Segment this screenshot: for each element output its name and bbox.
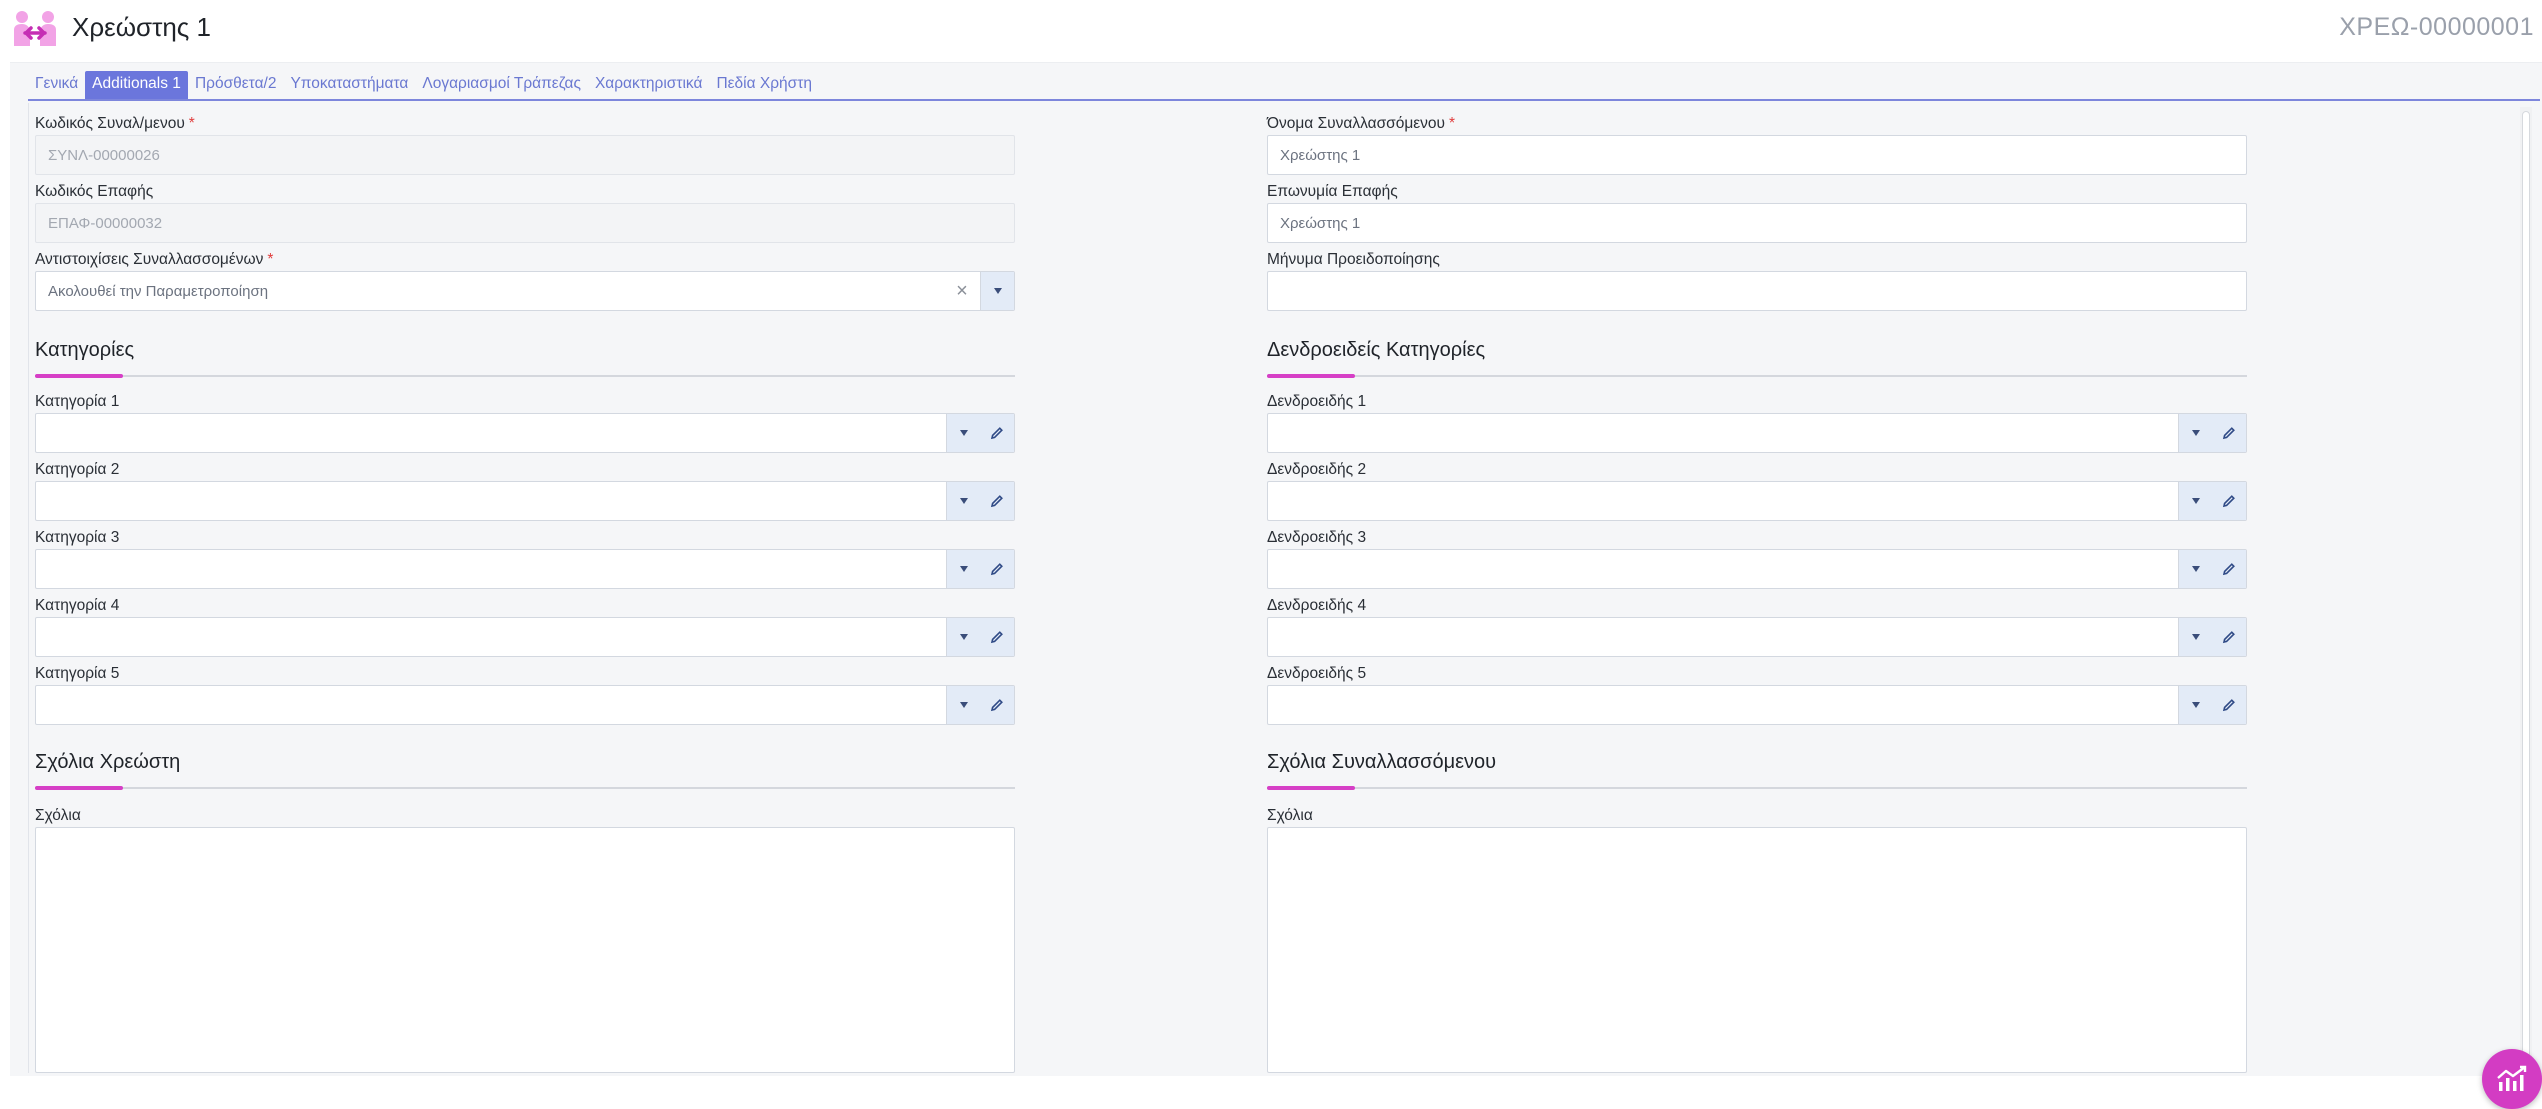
section-divider (35, 375, 1015, 377)
record-code: ΧΡΕΩ-00000001 (2339, 13, 2534, 41)
contact-name-field[interactable]: Χρεώστης 1 (1267, 203, 2247, 243)
pencil-icon[interactable] (2212, 686, 2246, 724)
page-title: Χρεώστης 1 (72, 12, 212, 42)
transactor-comments-section-title: Σχόλια Συναλλασσόμενου (1267, 751, 1497, 773)
pencil-icon[interactable] (980, 686, 1014, 724)
tab-characteristics[interactable]: Χαρακτηριστικά (588, 71, 710, 99)
chevron-down-icon[interactable] (946, 686, 980, 724)
scrollbar-thumb[interactable] (2522, 111, 2530, 1063)
tree-1-select[interactable] (1267, 413, 2247, 453)
section-divider (1267, 375, 2247, 377)
categories-section-title: Κατηγορίες (35, 339, 135, 361)
tree-4-label: Δενδροειδής 4 (1267, 597, 1367, 614)
contact-code-label: Κωδικός Επαφής (35, 183, 154, 200)
close-icon[interactable]: × (951, 280, 973, 302)
warning-message-label: Μήνυμα Προειδοποίησης (1267, 251, 1440, 268)
chevron-down-icon[interactable] (2178, 550, 2212, 588)
debtor-comments-section-title: Σχόλια Χρεώστη (35, 751, 181, 773)
tree-3-select[interactable] (1267, 549, 2247, 589)
chevron-down-icon[interactable] (2178, 618, 2212, 656)
mappings-select[interactable]: Ακολουθεί την Παραμετροποίηση × (35, 271, 1015, 311)
category-4-label: Κατηγορία 4 (35, 597, 120, 614)
tab-additionals-2[interactable]: Πρόσθετα/2 (188, 71, 284, 99)
section-accent (35, 374, 123, 378)
tabs-divider (28, 99, 2540, 101)
tree-4-select[interactable] (1267, 617, 2247, 657)
contact-name-label: Επωνυμία Επαφής (1267, 183, 1398, 200)
tree-2-label: Δενδροειδής 2 (1267, 461, 1367, 478)
transactor-comments-textarea[interactable] (1267, 827, 2247, 1073)
form-panel: Κωδικός Συναλ/μενου * ΣΥΝΛ-00000026 Κωδικ… (28, 103, 2532, 1073)
pencil-icon[interactable] (980, 414, 1014, 452)
chevron-down-icon[interactable] (2178, 686, 2212, 724)
chevron-down-icon[interactable] (980, 272, 1014, 310)
page-header: Χρεώστης 1 ΧΡΕΩ-00000001 (0, 0, 2542, 62)
transactor-name-field[interactable]: Χρεώστης 1 (1267, 135, 2247, 175)
chevron-down-icon[interactable] (946, 618, 980, 656)
transactor-code-field: ΣΥΝΛ-00000026 (35, 135, 1015, 175)
section-divider (1267, 787, 2247, 789)
section-divider (35, 787, 1015, 789)
chevron-down-icon[interactable] (946, 550, 980, 588)
mappings-value: Ακολουθεί την Παραμετροποίηση (48, 283, 269, 300)
contact-code-field: ΕΠΑΦ-00000032 (35, 203, 1015, 243)
tree-categories-section-title: Δενδροειδείς Κατηγορίες (1267, 339, 1486, 361)
category-4-select[interactable] (35, 617, 1015, 657)
warning-message-field[interactable] (1267, 271, 2247, 311)
category-5-select[interactable] (35, 685, 1015, 725)
analytics-chart-icon[interactable] (2482, 1049, 2542, 1109)
section-accent (1267, 786, 1355, 790)
tab-general[interactable]: Γενικά (28, 71, 85, 99)
category-3-select[interactable] (35, 549, 1015, 589)
pencil-icon[interactable] (980, 618, 1014, 656)
section-accent (1267, 374, 1355, 378)
tree-5-label: Δενδροειδής 5 (1267, 665, 1367, 682)
category-2-select[interactable] (35, 481, 1015, 521)
pencil-icon[interactable] (2212, 414, 2246, 452)
chevron-down-icon[interactable] (2178, 482, 2212, 520)
mappings-label: Αντιστοιχίσεις Συναλλασσομένων * (35, 251, 274, 268)
tab-user-fields[interactable]: Πεδία Χρήστη (709, 71, 819, 99)
transactor-code-label: Κωδικός Συναλ/μενου * (35, 115, 195, 132)
handshake-logo-icon (12, 8, 58, 50)
pencil-icon[interactable] (2212, 482, 2246, 520)
tab-branches[interactable]: Υποκαταστήματα (283, 71, 415, 99)
main-content: Γενικά Additionals 1 Πρόσθετα/2 Υποκατασ… (10, 62, 2542, 1109)
pencil-icon[interactable] (2212, 618, 2246, 656)
category-2-label: Κατηγορία 2 (35, 461, 120, 478)
tab-bar: Γενικά Additionals 1 Πρόσθετα/2 Υποκατασ… (28, 71, 819, 99)
category-1-select[interactable] (35, 413, 1015, 453)
chevron-down-icon[interactable] (2178, 414, 2212, 452)
transactor-comments-label: Σχόλια (1267, 807, 1313, 824)
chevron-down-icon[interactable] (946, 482, 980, 520)
category-3-label: Κατηγορία 3 (35, 529, 120, 546)
tree-3-label: Δενδροειδής 3 (1267, 529, 1367, 546)
debtor-comments-label: Σχόλια (35, 807, 81, 824)
transactor-name-label: Όνομα Συναλλασσόμενου * (1267, 115, 1456, 132)
debtor-comments-textarea[interactable] (35, 827, 1015, 1073)
pencil-icon[interactable] (980, 482, 1014, 520)
pencil-icon[interactable] (980, 550, 1014, 588)
section-accent (35, 786, 123, 790)
tree-1-label: Δενδροειδής 1 (1267, 393, 1367, 410)
chevron-down-icon[interactable] (946, 414, 980, 452)
category-1-label: Κατηγορία 1 (35, 393, 120, 410)
tab-additionals-1[interactable]: Additionals 1 (85, 71, 188, 99)
tree-2-select[interactable] (1267, 481, 2247, 521)
pencil-icon[interactable] (2212, 550, 2246, 588)
tab-bank-accounts[interactable]: Λογαριασμοί Τράπεζας (415, 71, 588, 99)
category-5-label: Κατηγορία 5 (35, 665, 120, 682)
tree-5-select[interactable] (1267, 685, 2247, 725)
